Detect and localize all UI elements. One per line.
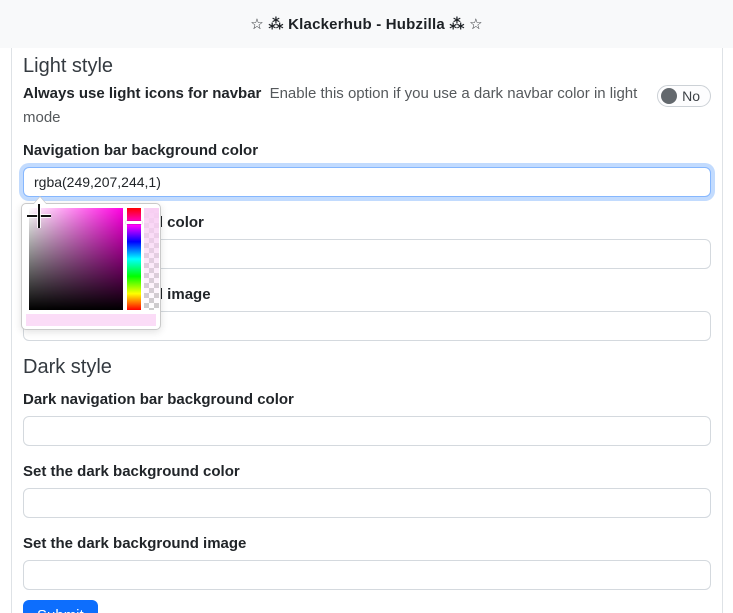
field-dark-bg-color: Set the dark background color xyxy=(23,461,711,518)
light-icons-label: Always use light icons for navbar xyxy=(23,85,262,102)
settings-panel: Light style No Always use light icons fo… xyxy=(11,48,723,613)
dark-navbar-bg-color-input[interactable] xyxy=(23,416,711,446)
top-navbar: ☆ ⁂ Klackerhub - Hubzilla ⁂ ☆ xyxy=(0,0,733,48)
site-title: ☆ ⁂ Klackerhub - Hubzilla ⁂ ☆ xyxy=(250,16,483,33)
hue-slider-dragger[interactable] xyxy=(126,221,142,224)
hue-slider[interactable] xyxy=(126,208,142,310)
dark-style-heading: Dark style xyxy=(23,356,112,378)
dark-bg-color-input[interactable] xyxy=(23,488,711,518)
selected-color-preview-bar xyxy=(26,314,156,326)
field-navbar-bg-color: Navigation bar background color xyxy=(23,140,711,197)
setting-light-icons: No Always use light icons for navbar Ena… xyxy=(23,82,711,130)
toggle-knob-icon xyxy=(661,88,678,104)
alpha-slider[interactable] xyxy=(144,208,159,310)
dark-bg-color-label: Set the dark background color xyxy=(23,463,240,480)
saturation-value-square[interactable] xyxy=(27,204,123,310)
light-icons-toggle[interactable]: No xyxy=(657,85,711,107)
field-dark-bg-image: Set the dark background image xyxy=(23,533,711,590)
dark-bg-image-label: Set the dark background image xyxy=(23,535,247,552)
navbar-bg-color-label: Navigation bar background color xyxy=(23,142,259,159)
color-dragger-crosshair-icon[interactable] xyxy=(27,204,51,228)
submit-button[interactable]: Submit xyxy=(23,600,98,613)
navbar-bg-color-input[interactable] xyxy=(23,167,711,197)
dark-navbar-bg-color-label: Dark navigation bar background color xyxy=(23,391,294,408)
dark-bg-image-input[interactable] xyxy=(23,560,711,590)
field-dark-navbar-bg-color: Dark navigation bar background color xyxy=(23,389,711,446)
color-picker-popup xyxy=(21,196,161,330)
light-style-heading: Light style xyxy=(23,55,114,77)
toggle-state-label: No xyxy=(682,88,700,104)
